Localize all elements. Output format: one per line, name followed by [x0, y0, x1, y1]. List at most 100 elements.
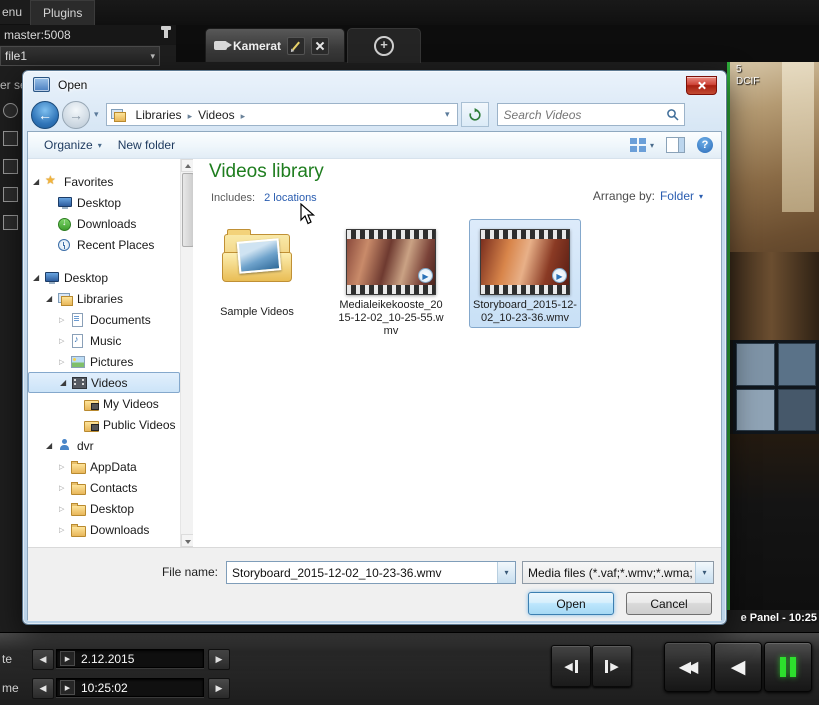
- expander-icon[interactable]: ▷: [59, 505, 70, 513]
- tree-scrollbar[interactable]: [180, 159, 193, 547]
- chevron-down-icon: ▾: [699, 192, 703, 201]
- arrange-by-control[interactable]: Arrange by: Folder ▾: [593, 189, 703, 203]
- left-tool-icon[interactable]: [3, 159, 18, 174]
- tree-item-music[interactable]: ▷Music: [28, 330, 180, 351]
- rewind-button[interactable]: ◀◀: [664, 642, 712, 692]
- step-backward-button[interactable]: ◀: [551, 645, 591, 687]
- tree-item-desktop[interactable]: Desktop: [28, 192, 180, 213]
- date-prev-button[interactable]: ◀: [32, 649, 54, 670]
- change-view-button[interactable]: ▾: [630, 138, 654, 153]
- new-folder-button[interactable]: New folder: [110, 135, 183, 155]
- app-top-bar: enu Plugins: [0, 0, 819, 26]
- tree-item-my-videos[interactable]: My Videos: [28, 393, 180, 414]
- expander-icon[interactable]: ▷: [59, 463, 70, 471]
- tree-item-appdata[interactable]: ▷AppData: [28, 456, 180, 477]
- date-next-button[interactable]: ▶: [208, 649, 230, 670]
- file-item[interactable]: ▶ Storyboard_2015-12-02_10-23-36.wmv: [469, 219, 581, 328]
- add-tab-button[interactable]: +: [347, 28, 421, 63]
- expander-icon[interactable]: ◢: [33, 273, 44, 282]
- tree-item-favorites[interactable]: ◢Favorites: [28, 171, 180, 192]
- back-button[interactable]: ←: [31, 101, 59, 129]
- time-next-button[interactable]: ▶: [208, 678, 230, 699]
- tree-item-label: Recent Places: [77, 238, 154, 252]
- expander-icon[interactable]: ▷: [59, 316, 70, 324]
- edit-tab-button[interactable]: [287, 37, 305, 55]
- tree-item-documents[interactable]: ▷Documents: [28, 309, 180, 330]
- left-tool-icon[interactable]: [3, 131, 18, 146]
- forward-button[interactable]: →: [62, 101, 90, 129]
- tab-kamerat[interactable]: Kamerat: [205, 28, 345, 62]
- file-item[interactable]: ▶Medialeikekooste_2015-12-02_10-25-55.wm…: [335, 219, 447, 341]
- expander-icon[interactable]: ◢: [33, 177, 44, 186]
- file-name-input[interactable]: [227, 566, 497, 580]
- file-type-combobox[interactable]: Media files (*.vaf;*.wmv;*.wma; ▾: [522, 561, 714, 584]
- close-tab-button[interactable]: [311, 37, 329, 55]
- organize-menu-button[interactable]: Organize ▾: [36, 135, 110, 155]
- expander-icon[interactable]: ▷: [59, 484, 70, 492]
- tree-item-dvr[interactable]: ◢dvr: [28, 435, 180, 456]
- history-dropdown-icon[interactable]: ▾: [94, 109, 99, 120]
- tree-item-recent-places[interactable]: Recent Places: [28, 234, 180, 255]
- tree-item-label: My Videos: [103, 397, 159, 411]
- step-forward-button[interactable]: ▶: [592, 645, 632, 687]
- expander-icon[interactable]: ▷: [59, 337, 70, 345]
- breadcrumb[interactable]: Libraries▸Videos▸ ▾: [106, 103, 458, 126]
- breadcrumb-item[interactable]: Libraries: [131, 106, 187, 124]
- expander-icon[interactable]: ◢: [46, 294, 57, 303]
- dialog-close-button[interactable]: [686, 76, 717, 95]
- left-tool-icon[interactable]: [3, 215, 18, 230]
- combo-dropdown-button[interactable]: ▾: [497, 562, 515, 583]
- tree-item-desktop[interactable]: ◢Desktop: [28, 267, 180, 288]
- tree-item-contacts[interactable]: ▷Contacts: [28, 477, 180, 498]
- camera-image-dark-area: [730, 434, 819, 610]
- file-item[interactable]: Sample Videos: [201, 219, 313, 322]
- tree-item-videos[interactable]: ◢Videos: [28, 372, 180, 393]
- tree-item-public-videos[interactable]: Public Videos: [28, 414, 180, 435]
- file-name-combobox[interactable]: ▾: [226, 561, 516, 584]
- tree-item-downloads[interactable]: ▷Downloads: [28, 519, 180, 540]
- expander-icon[interactable]: ◢: [60, 378, 71, 387]
- tree-item-label: Downloads: [77, 217, 136, 231]
- profile-dropdown[interactable]: file1 ▾: [0, 46, 160, 66]
- date-field[interactable]: ▶ 2.12.2015: [56, 649, 204, 668]
- time-field[interactable]: ▶ 10:25:02: [56, 678, 204, 697]
- file-name-text: Storyboard_2015-12-02_10-23-36.wmv: [472, 299, 578, 325]
- pin-icon[interactable]: [164, 29, 168, 38]
- open-button[interactable]: Open: [528, 592, 614, 615]
- time-prev-button[interactable]: ◀: [32, 678, 54, 699]
- tree-item-pictures[interactable]: ▷Pictures: [28, 351, 180, 372]
- tree-item-desktop[interactable]: ▷Desktop: [28, 498, 180, 519]
- dialog-footer: File name: ▾ Media files (*.vaf;*.wmv;*.…: [28, 547, 721, 621]
- expander-icon[interactable]: ▷: [59, 526, 70, 534]
- left-tool-icon[interactable]: [3, 103, 18, 118]
- file-name-text: Sample Videos: [204, 306, 310, 319]
- search-input[interactable]: [498, 108, 666, 122]
- cancel-button[interactable]: Cancel: [626, 592, 712, 615]
- plugins-tab[interactable]: Plugins: [30, 0, 95, 25]
- pause-button[interactable]: [764, 642, 812, 692]
- pictures-icon: [70, 355, 86, 368]
- help-button[interactable]: ?: [697, 137, 713, 153]
- dialog-title-bar[interactable]: Open: [23, 71, 726, 98]
- preview-pane-button[interactable]: [666, 137, 685, 153]
- breadcrumb-item[interactable]: Videos: [193, 106, 239, 124]
- tree-item-libraries[interactable]: ◢Libraries: [28, 288, 180, 309]
- address-dropdown-icon[interactable]: ▾: [442, 109, 453, 120]
- expander-icon[interactable]: ▷: [59, 358, 70, 366]
- play-overlay-icon: ▶: [552, 268, 567, 283]
- camera-feed[interactable]: 5 DCIF: [727, 62, 819, 610]
- search-box[interactable]: [497, 103, 685, 126]
- pause-icon: [780, 657, 786, 677]
- play-reverse-button[interactable]: ◀: [714, 642, 762, 692]
- combo-dropdown-button[interactable]: ▾: [695, 562, 713, 583]
- refresh-button[interactable]: [461, 102, 489, 127]
- desktop-icon: [57, 196, 73, 209]
- play-overlay-icon: ▶: [418, 268, 433, 283]
- tree-item-downloads[interactable]: Downloads: [28, 213, 180, 234]
- menu-tab-fragment[interactable]: enu: [0, 0, 30, 24]
- expander-icon[interactable]: ◢: [46, 441, 57, 450]
- breadcrumb-separator-icon[interactable]: ▸: [240, 111, 247, 121]
- arrange-by-value[interactable]: Folder: [660, 189, 694, 203]
- search-icon: [666, 108, 679, 121]
- left-tool-icon[interactable]: [3, 187, 18, 202]
